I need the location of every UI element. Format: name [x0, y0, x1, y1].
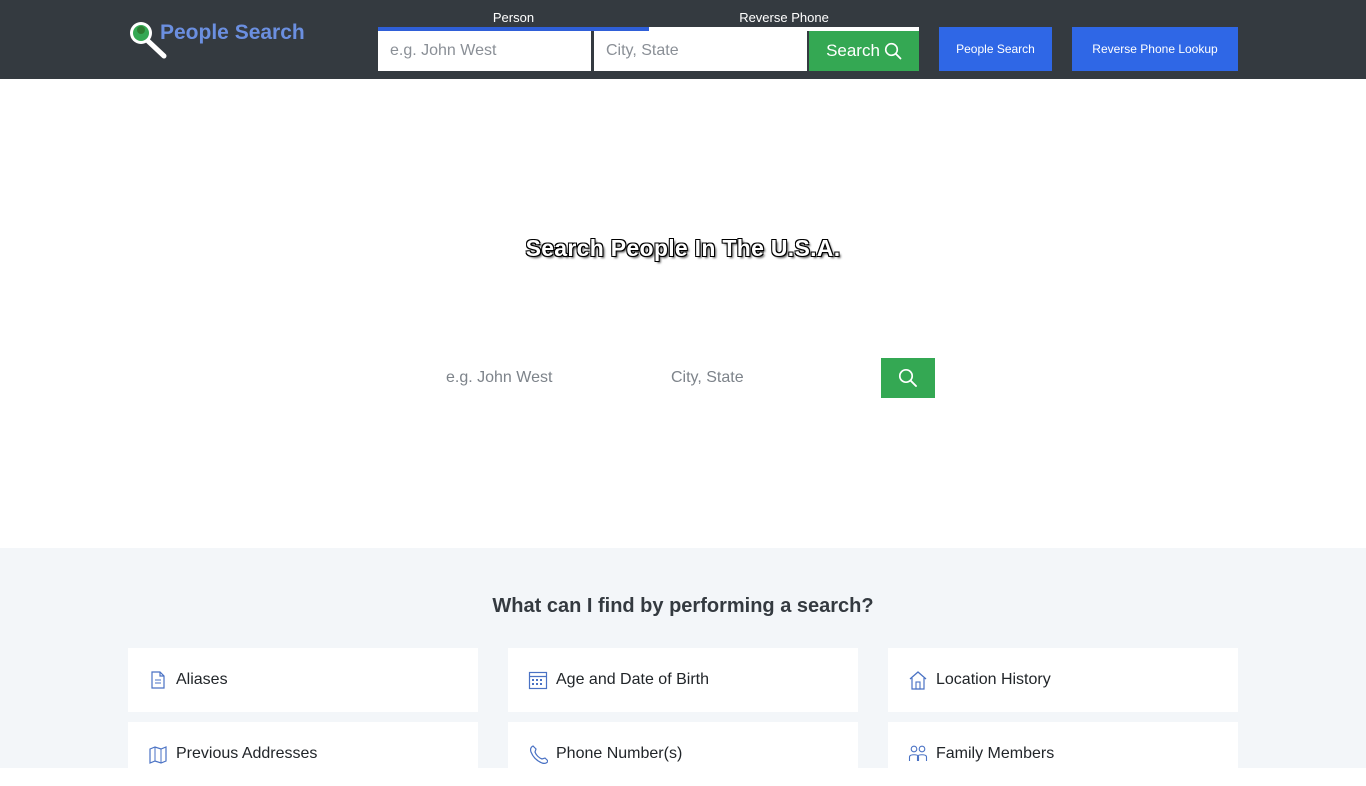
feature-label: Phone Number(s)	[556, 745, 683, 762]
header-name-input[interactable]	[378, 31, 591, 71]
reverse-phone-lookup-button[interactable]: Reverse Phone Lookup	[1072, 27, 1238, 71]
house-icon	[909, 671, 927, 690]
hero-name-input[interactable]	[446, 358, 656, 398]
feature-label: Location History	[936, 671, 1051, 688]
feature-label: Aliases	[176, 671, 228, 688]
people-search-button[interactable]: People Search	[939, 27, 1052, 71]
tab-person[interactable]: Person	[378, 8, 649, 31]
search-type-tabs: Person Reverse Phone	[378, 8, 919, 31]
feature-label: Family Members	[936, 745, 1055, 762]
feature-label: Age and Date of Birth	[556, 671, 709, 688]
document-icon	[151, 671, 165, 689]
feature-card-location-history: Location History	[888, 648, 1238, 712]
header-search-label: Search	[826, 41, 880, 60]
header-search-button[interactable]: Search	[809, 31, 919, 71]
tab-reverse-phone[interactable]: Reverse Phone	[649, 8, 919, 31]
header-location-input[interactable]	[594, 31, 807, 71]
top-navbar: People Search Person Reverse Phone Searc…	[0, 0, 1366, 79]
feature-card-previous-addresses: Previous Addresses	[128, 722, 478, 786]
brand-name: People Search	[160, 21, 305, 44]
phone-icon	[530, 745, 548, 764]
calendar-icon	[528, 671, 548, 690]
search-icon	[898, 368, 917, 387]
feature-card-age: Age and Date of Birth	[508, 648, 858, 712]
brand-logo[interactable]: People Search	[127, 19, 305, 61]
feature-card-phone-numbers: Phone Number(s)	[508, 722, 858, 786]
feature-label: Previous Addresses	[176, 745, 318, 762]
features-section: What can I find by performing a search? …	[0, 548, 1366, 786]
search-icon	[884, 42, 902, 60]
family-icon	[908, 745, 928, 761]
feature-card-aliases: Aliases	[128, 648, 478, 712]
feature-card-family-members: Family Members	[888, 722, 1238, 786]
hero-title: Search People In The U.S.A.	[525, 235, 841, 261]
features-title: What can I find by performing a search?	[492, 595, 874, 617]
hero-location-input[interactable]	[671, 358, 871, 398]
map-icon	[149, 746, 167, 764]
hero-search-button[interactable]	[881, 358, 935, 398]
